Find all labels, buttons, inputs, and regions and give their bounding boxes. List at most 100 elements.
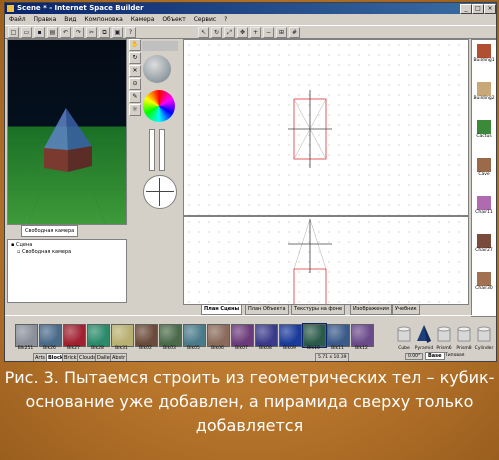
material-swatch-blk03[interactable] — [159, 324, 182, 347]
figure-caption: Рис. 3. Пытаемся строить из геометрическ… — [4, 368, 495, 435]
contrast-slider[interactable] — [159, 129, 165, 171]
rotate-icon[interactable]: ↻ — [211, 27, 222, 38]
scale-icon[interactable]: ⤢ — [224, 27, 235, 38]
material-label: Blk09 — [283, 346, 296, 351]
palette-mode-buttons[interactable] — [142, 41, 178, 51]
menu-file[interactable]: Файл — [9, 16, 26, 23]
color-wheel[interactable] — [143, 90, 175, 122]
material-swatch-blk28[interactable] — [87, 324, 110, 347]
tab-scene-plan[interactable]: План Сцены — [201, 304, 243, 315]
rotate-tool-icon[interactable]: ↻ — [129, 52, 141, 64]
tab-free-camera[interactable]: Свободная камера — [21, 225, 79, 237]
tree-camera[interactable]: ▫ Свободная камера — [17, 249, 71, 255]
light-tool-icon[interactable]: ☼ — [129, 104, 141, 116]
primitive-cube[interactable] — [395, 323, 413, 345]
material-swatch-blk09[interactable] — [279, 324, 302, 347]
tree-root[interactable]: ▪ Сцена — [11, 242, 32, 248]
delete-tool-icon[interactable]: ✕ — [129, 65, 141, 77]
material-swatch-blk251[interactable] — [15, 324, 38, 347]
close-button[interactable]: × — [484, 4, 496, 14]
navigation-compass[interactable] — [143, 175, 177, 209]
brightness-slider[interactable] — [149, 129, 155, 171]
move-icon[interactable]: ✥ — [237, 27, 248, 38]
material-sphere-preview[interactable] — [143, 55, 171, 83]
primitive-cylinder[interactable] — [475, 323, 493, 345]
primitive-tabs: Base — [425, 352, 445, 360]
material-label: Blk26 — [43, 346, 56, 351]
material-swatch-blk02[interactable] — [135, 324, 158, 347]
material-swatch-blk08[interactable] — [255, 324, 278, 347]
library-object-cave[interactable]: Cave — [473, 158, 495, 177]
menu-object[interactable]: Объект — [162, 16, 185, 23]
help-icon[interactable]: ? — [125, 27, 136, 38]
object-label: Chair11 — [475, 210, 493, 215]
menu-layout[interactable]: Компоновка — [84, 16, 122, 23]
primitive-pyramid[interactable] — [415, 323, 433, 345]
material-swatch-blk12[interactable] — [351, 324, 374, 347]
3d-viewport[interactable] — [7, 39, 127, 225]
minimize-button[interactable]: _ — [460, 4, 472, 14]
print-icon[interactable]: ▤ — [47, 27, 58, 38]
menu-help[interactable]: ? — [224, 16, 227, 23]
library-object-cactus[interactable]: Cactus — [473, 120, 495, 139]
library-object-building1[interactable]: Building1 — [473, 44, 495, 63]
material-swatch-blk10[interactable] — [302, 323, 327, 348]
maximize-button[interactable]: □ — [472, 4, 484, 14]
material-swatch-blk27[interactable] — [63, 324, 86, 347]
menu-view[interactable]: Вид — [64, 16, 76, 23]
paint-tool-icon[interactable]: ✎ — [129, 91, 141, 103]
tab-background-textures[interactable]: Текстуры на фоне — [291, 304, 346, 315]
cut-icon[interactable]: ✂ — [86, 27, 97, 38]
material-swatch-blk11[interactable] — [327, 324, 350, 347]
copy-icon[interactable]: ⧉ — [99, 27, 110, 38]
object-label: Chair30 — [475, 286, 493, 291]
tab-tutorial[interactable]: Учебник — [392, 304, 420, 315]
tab-arts[interactable]: Arts — [33, 353, 48, 361]
menu-edit[interactable]: Правка — [34, 16, 57, 23]
menu-service[interactable]: Сервис — [194, 16, 216, 23]
menu-camera[interactable]: Камера — [131, 16, 155, 23]
grid-icon[interactable]: # — [289, 27, 300, 38]
redo-icon[interactable]: ↷ — [73, 27, 84, 38]
object-label: Building2 — [473, 96, 495, 101]
scene-front-view[interactable] — [183, 216, 469, 305]
open-icon[interactable]: ▭ — [21, 27, 32, 38]
material-label: Blk08 — [259, 346, 272, 351]
status-mode: Типовая — [445, 353, 465, 358]
material-swatch-blk31[interactable] — [111, 324, 134, 347]
zoom-out-icon[interactable]: − — [263, 27, 274, 38]
toolbar: □ ▭ ▪ ▤ ↶ ↷ ✂ ⧉ ▣? ↖ ↻ ⤢ ✥ + − ⊞ # — [5, 25, 496, 39]
tab-images[interactable]: Изображения — [350, 304, 392, 315]
object-label: Building1 — [473, 58, 495, 63]
primitive-label: Pyramid — [414, 346, 434, 351]
fit-icon[interactable]: ⊞ — [276, 27, 287, 38]
new-icon[interactable]: □ — [8, 27, 19, 38]
object-thumbnail — [477, 196, 491, 210]
hand-tool-icon[interactable]: ✋ — [129, 39, 141, 51]
library-object-building2[interactable]: Building2 — [473, 82, 495, 101]
paste-icon[interactable]: ▣ — [112, 27, 123, 38]
material-swatch-blk06[interactable] — [207, 324, 230, 347]
tab-base[interactable]: Base — [425, 352, 445, 360]
primitive-prism8[interactable] — [455, 323, 473, 345]
save-icon[interactable]: ▪ — [34, 27, 45, 38]
undo-icon[interactable]: ↶ — [60, 27, 71, 38]
material-label: Blk251 — [17, 346, 34, 351]
tab-object-plan[interactable]: План Объекта — [245, 304, 289, 315]
material-swatch-blk05[interactable] — [183, 324, 206, 347]
scene-plan-view[interactable] — [183, 39, 469, 216]
primitive-prism6[interactable] — [435, 323, 453, 345]
cube-front-face — [44, 148, 68, 172]
material-swatch-blk07[interactable] — [231, 324, 254, 347]
library-object-chair30[interactable]: Chair30 — [473, 272, 495, 291]
library-object-chair27[interactable]: Chair27 — [473, 234, 495, 253]
library-object-chair11[interactable]: Chair11 — [473, 196, 495, 215]
select-icon[interactable]: ↖ — [198, 27, 209, 38]
zoom-in-icon[interactable]: + — [250, 27, 261, 38]
scene-tree: ▪ Сцена ▫ Свободная камера — [7, 239, 127, 303]
material-swatch-blk26[interactable] — [39, 324, 62, 347]
object-thumbnail — [477, 234, 491, 248]
link-tool-icon[interactable]: ⊙ — [129, 78, 141, 90]
tab-abstr[interactable]: Abstr — [110, 353, 128, 361]
material-label: Blk03 — [163, 346, 176, 351]
